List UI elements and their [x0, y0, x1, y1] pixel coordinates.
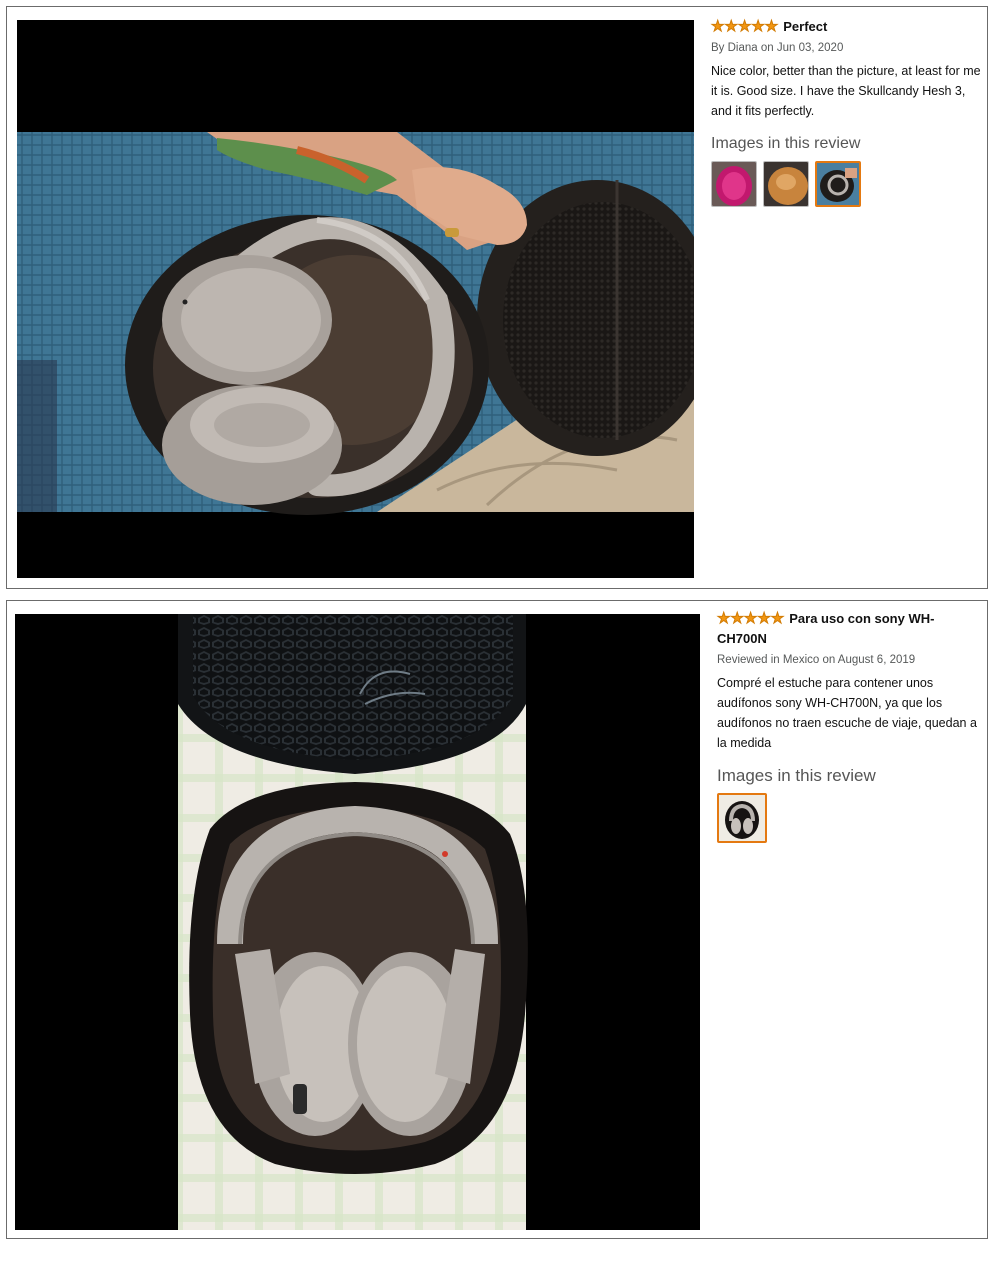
- pink-case-thumbnail[interactable]: [711, 161, 757, 207]
- review-title[interactable]: Perfect: [783, 19, 827, 34]
- headphones-in-case-thumbnail[interactable]: [717, 793, 767, 843]
- thumbnail-strip: [711, 161, 981, 207]
- review-card-2: ★★★★★ Para uso con sony WH-CH700N Reviewe…: [6, 600, 988, 1239]
- review-2: ★★★★★ Para uso con sony WH-CH700N Reviewe…: [717, 609, 982, 843]
- thumbnail-strip: [717, 793, 982, 843]
- images-heading: Images in this review: [711, 135, 861, 152]
- headphones-in-open-case-image: [17, 20, 694, 578]
- review-body: Nice color, better than the picture, at …: [711, 64, 981, 118]
- review-byline: By Diana on Jun 03, 2020: [711, 42, 844, 54]
- sony-headphones-in-case-image: [15, 614, 700, 1230]
- star-rating: ★★★★★: [717, 610, 785, 627]
- tan-case-thumbnail[interactable]: [763, 161, 809, 207]
- star-rating: ★★★★★: [711, 18, 779, 35]
- review-byline: Reviewed in Mexico on August 6, 2019: [717, 654, 916, 666]
- review-body: Compré el estuche para contener unos aud…: [717, 676, 977, 750]
- headphones-in-case-thumbnail[interactable]: [815, 161, 861, 207]
- review-1: ★★★★★ Perfect By Diana on Jun 03, 2020 Ni…: [711, 17, 981, 207]
- images-heading: Images in this review: [717, 766, 876, 785]
- review-photo-2[interactable]: [15, 614, 700, 1230]
- review-card-1: ★★★★★ Perfect By Diana on Jun 03, 2020 Ni…: [6, 6, 988, 589]
- review-photo-1[interactable]: [17, 20, 694, 578]
